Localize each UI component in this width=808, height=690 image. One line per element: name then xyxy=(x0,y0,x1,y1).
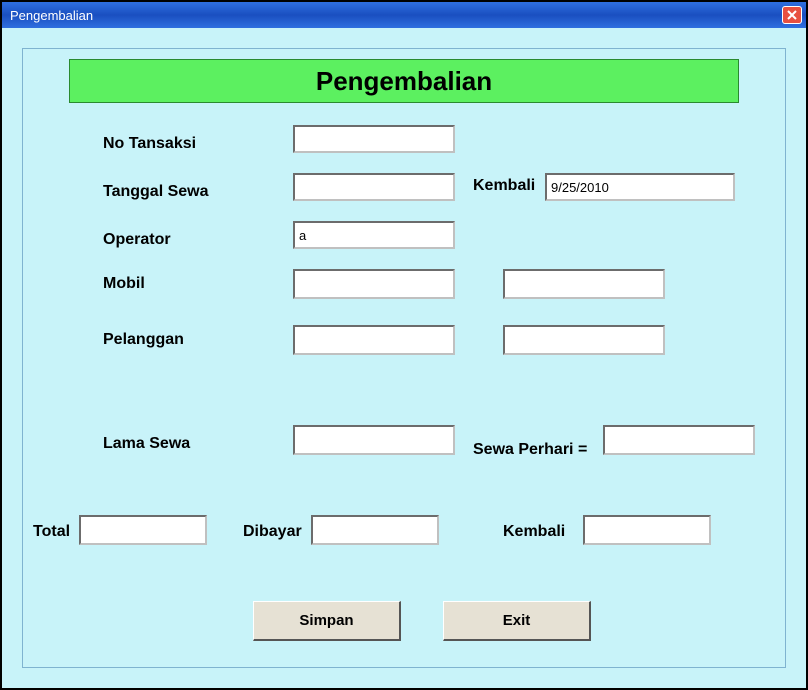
main-panel: Pengembalian No Tansaksi Tanggal Sewa Ke… xyxy=(22,48,786,668)
label-sewa-perhari: Sewa Perhari = xyxy=(473,441,587,459)
label-total: Total xyxy=(33,523,70,541)
form-area: No Tansaksi Tanggal Sewa Kembali Operato… xyxy=(23,125,785,667)
input-lama-sewa[interactable] xyxy=(293,425,455,455)
input-mobil-2[interactable] xyxy=(503,269,665,299)
label-tanggal-sewa: Tanggal Sewa xyxy=(103,183,209,201)
label-lama-sewa: Lama Sewa xyxy=(103,435,190,453)
label-kembali-date: Kembali xyxy=(473,177,535,195)
input-dibayar[interactable] xyxy=(311,515,439,545)
input-pelanggan-1[interactable] xyxy=(293,325,455,355)
close-icon xyxy=(787,10,797,20)
window-frame: Pengembalian Pengembalian No Tansaksi Ta… xyxy=(0,0,808,690)
simpan-button[interactable]: Simpan xyxy=(253,601,401,641)
label-pelanggan: Pelanggan xyxy=(103,331,184,349)
label-mobil: Mobil xyxy=(103,275,145,293)
label-kembali-total: Kembali xyxy=(503,523,565,541)
window-title: Pengembalian xyxy=(10,8,93,23)
input-mobil-1[interactable] xyxy=(293,269,455,299)
input-kembali-total[interactable] xyxy=(583,515,711,545)
exit-button[interactable]: Exit xyxy=(443,601,591,641)
input-total[interactable] xyxy=(79,515,207,545)
label-no-transaksi: No Tansaksi xyxy=(103,135,196,153)
label-operator: Operator xyxy=(103,231,171,249)
input-operator[interactable] xyxy=(293,221,455,249)
close-button[interactable] xyxy=(782,6,802,24)
input-tanggal-sewa[interactable] xyxy=(293,173,455,201)
input-no-transaksi[interactable] xyxy=(293,125,455,153)
client-area: Pengembalian No Tansaksi Tanggal Sewa Ke… xyxy=(2,28,806,688)
page-title-banner: Pengembalian xyxy=(69,59,739,103)
input-sewa-perhari[interactable] xyxy=(603,425,755,455)
input-kembali-date[interactable] xyxy=(545,173,735,201)
input-pelanggan-2[interactable] xyxy=(503,325,665,355)
label-dibayar: Dibayar xyxy=(243,523,302,541)
titlebar: Pengembalian xyxy=(2,2,806,28)
